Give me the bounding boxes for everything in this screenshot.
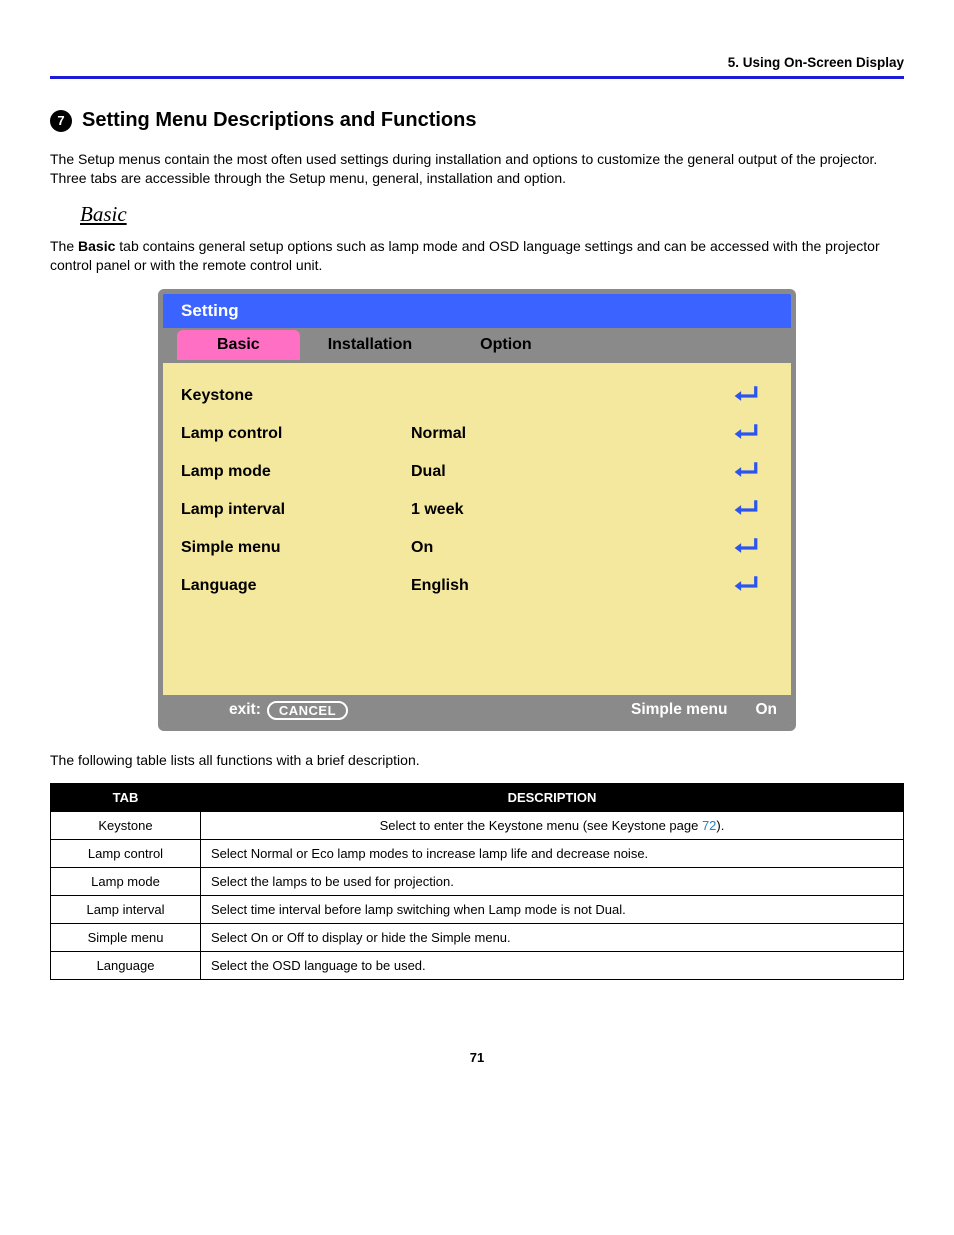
table-cell-tab: Lamp mode: [51, 868, 201, 896]
osd-screenshot: Setting Basic Installation Option Keysto…: [158, 289, 796, 731]
running-header: 5. Using On-Screen Display: [50, 55, 904, 79]
osd-item-label: Language: [181, 577, 411, 595]
table-cell-tab: Lamp control: [51, 840, 201, 868]
osd-item-value: Normal: [411, 425, 733, 443]
table-row: Lamp modeSelect the lamps to be used for…: [51, 868, 904, 896]
table-cell-tab: Language: [51, 952, 201, 980]
intro-paragraph: The Setup menus contain the most often u…: [50, 150, 904, 188]
osd-footer-exit-label: exit:: [229, 701, 261, 719]
basic-para-suffix: tab contains general setup options such …: [50, 238, 880, 273]
osd-window-title: Setting: [163, 294, 791, 328]
osd-body: Keystone Lamp controlNormal Lamp modeDua…: [163, 363, 791, 695]
osd-item-value: 1 week: [411, 501, 733, 519]
table-row: KeystoneSelect to enter the Keystone men…: [51, 812, 904, 840]
table-cell-desc: Select to enter the Keystone menu (see K…: [201, 812, 904, 840]
table-cell-desc: Select On or Off to display or hide the …: [201, 924, 904, 952]
basic-para-bold: Basic: [78, 238, 115, 254]
basic-para-prefix: The: [50, 238, 78, 254]
osd-footer-right-label: Simple menu: [631, 701, 727, 719]
page-link[interactable]: 72: [702, 818, 716, 833]
osd-menu-item[interactable]: Lamp controlNormal: [181, 415, 773, 453]
basic-paragraph: The Basic tab contains general setup opt…: [50, 237, 904, 275]
table-head-tab: TAB: [51, 784, 201, 812]
table-cell-tab: Lamp interval: [51, 896, 201, 924]
section-title-row: 7 Setting Menu Descriptions and Function…: [50, 109, 904, 132]
osd-item-label: Lamp mode: [181, 463, 411, 481]
section-title: Setting Menu Descriptions and Functions: [82, 109, 476, 132]
osd-item-label: Keystone: [181, 387, 411, 405]
enter-icon: [733, 421, 773, 447]
enter-icon: [733, 535, 773, 561]
table-row: Lamp controlSelect Normal or Eco lamp mo…: [51, 840, 904, 868]
table-cell-desc: Select the OSD language to be used.: [201, 952, 904, 980]
osd-item-value: English: [411, 577, 733, 595]
osd-menu-item[interactable]: Simple menuOn: [181, 529, 773, 567]
enter-icon: [733, 497, 773, 523]
enter-icon: [733, 459, 773, 485]
subsection-heading: Basic: [80, 202, 904, 227]
table-intro: The following table lists all functions …: [50, 751, 904, 770]
osd-menu-item[interactable]: Lamp modeDual: [181, 453, 773, 491]
table-head-desc: DESCRIPTION: [201, 784, 904, 812]
table-row: Lamp intervalSelect time interval before…: [51, 896, 904, 924]
functions-table: TAB DESCRIPTION KeystoneSelect to enter …: [50, 783, 904, 980]
osd-item-label: Lamp control: [181, 425, 411, 443]
osd-tab-option[interactable]: Option: [440, 330, 572, 360]
table-cell-desc: Select the lamps to be used for projecti…: [201, 868, 904, 896]
table-row: LanguageSelect the OSD language to be us…: [51, 952, 904, 980]
osd-item-label: Simple menu: [181, 539, 411, 557]
table-row: Simple menuSelect On or Off to display o…: [51, 924, 904, 952]
enter-icon: [733, 573, 773, 599]
page-number: 71: [50, 1050, 904, 1065]
osd-item-value: Dual: [411, 463, 733, 481]
table-cell-tab: Keystone: [51, 812, 201, 840]
osd-menu-item[interactable]: Keystone: [181, 377, 773, 415]
osd-item-label: Lamp interval: [181, 501, 411, 519]
osd-tab-installation[interactable]: Installation: [304, 330, 436, 360]
osd-tabs: Basic Installation Option: [163, 328, 791, 363]
osd-menu-item[interactable]: Lamp interval1 week: [181, 491, 773, 529]
osd-item-value: On: [411, 539, 733, 557]
osd-tab-basic[interactable]: Basic: [177, 330, 300, 360]
bullet-number-icon: 7: [50, 110, 72, 132]
osd-menu-item[interactable]: LanguageEnglish: [181, 567, 773, 605]
enter-icon: [733, 383, 773, 409]
table-cell-desc: Select Normal or Eco lamp modes to incre…: [201, 840, 904, 868]
table-cell-tab: Simple menu: [51, 924, 201, 952]
table-cell-desc: Select time interval before lamp switchi…: [201, 896, 904, 924]
osd-footer: exit: CANCEL Simple menu On: [163, 695, 791, 726]
cancel-button-icon[interactable]: CANCEL: [267, 701, 348, 720]
osd-footer-right-value: On: [755, 701, 777, 719]
